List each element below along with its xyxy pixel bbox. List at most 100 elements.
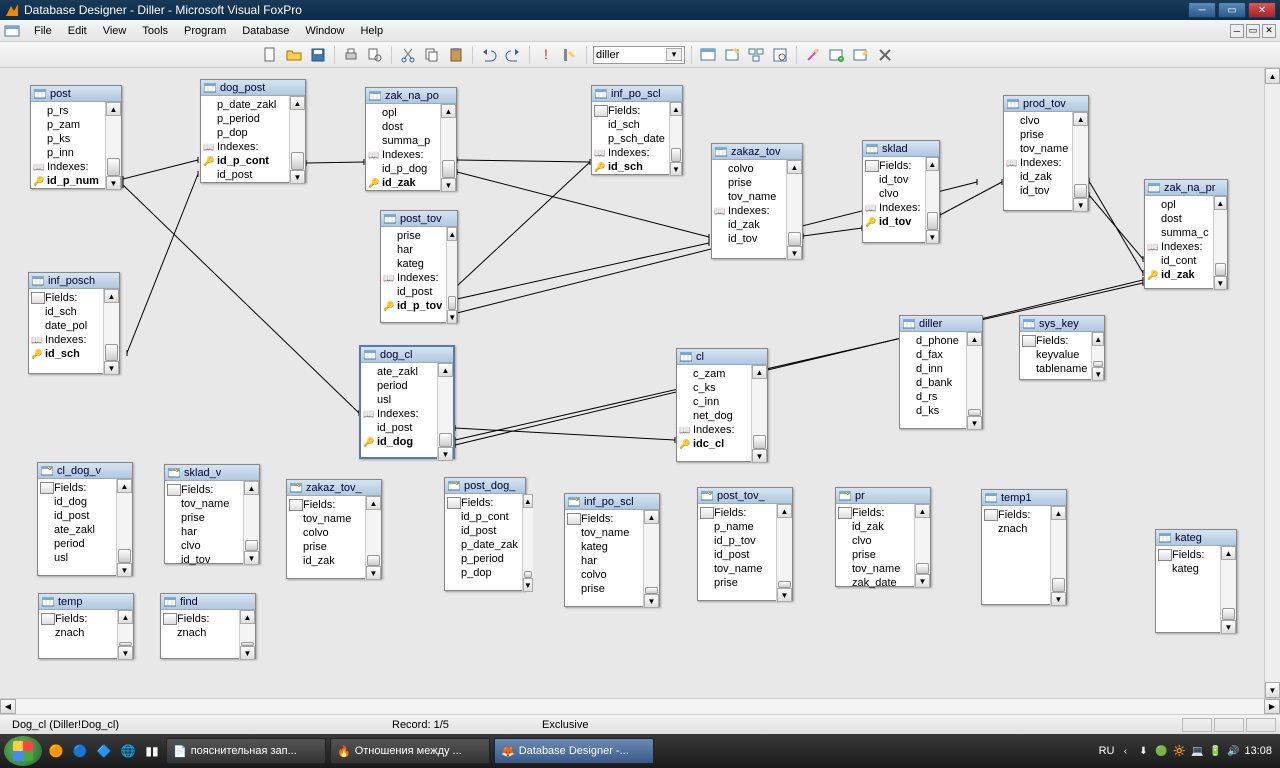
scroll-track[interactable] — [240, 624, 255, 646]
field-row[interactable]: p_period — [461, 552, 518, 566]
field-row[interactable]: clvo — [852, 534, 910, 548]
field-row[interactable]: Indexes: — [397, 271, 442, 285]
field-list[interactable]: ate_zaklperioduslIndexes:id_postid_dog — [361, 363, 437, 461]
field-row[interactable]: p_date_zak — [461, 538, 518, 552]
scroll-down[interactable]: ▼ — [447, 310, 457, 324]
scroll-track[interactable] — [1051, 520, 1066, 592]
table-inf_posch[interactable]: inf_poschFields:id_schdate_polIndexes:id… — [28, 272, 120, 374]
field-row[interactable]: d_rs — [916, 390, 962, 404]
scroll-track[interactable] — [1265, 84, 1280, 682]
edittable-button[interactable] — [851, 45, 871, 65]
scroll-up[interactable]: ▲ — [644, 510, 659, 524]
table-zakaz_tov[interactable]: zakaz_tovcolvoprisetov_nameIndexes:id_za… — [711, 143, 803, 259]
scroll-up[interactable]: ▲ — [1051, 506, 1066, 520]
scroll-down[interactable]: ▼ — [1092, 367, 1104, 381]
browse-button[interactable] — [770, 45, 790, 65]
maximize-button[interactable]: ▭ — [1218, 2, 1246, 18]
field-row[interactable]: usl — [54, 551, 112, 565]
table-zak_na_po[interactable]: zak_na_poopldostsumma_pIndexes:id_p_dogi… — [365, 87, 457, 191]
field-row[interactable]: Fields: — [852, 506, 910, 520]
scroll-down[interactable]: ▼ — [670, 162, 682, 176]
table-title[interactable]: cl — [677, 349, 767, 365]
menu-file[interactable]: File — [26, 23, 60, 39]
field-row[interactable]: date_pol — [45, 319, 99, 333]
field-row[interactable]: id_sch — [608, 160, 665, 174]
field-row[interactable]: c_inn — [693, 395, 747, 409]
field-row[interactable]: id_p_dog — [382, 162, 436, 176]
field-row[interactable]: kateg — [581, 540, 639, 554]
task-button[interactable]: 🔥 Отношения между ... — [330, 738, 490, 764]
field-row[interactable]: znach — [998, 522, 1046, 536]
scroll-up[interactable]: ▲ — [290, 96, 305, 110]
task-button[interactable]: 📄 пояснительная зап... — [166, 738, 326, 764]
scroll-down[interactable]: ▼ — [366, 566, 381, 580]
scroll-track[interactable] — [1092, 346, 1104, 367]
scroll-up[interactable]: ▲ — [777, 504, 792, 518]
table-title[interactable]: inf_po_scl — [565, 494, 659, 510]
field-row[interactable]: zak_date — [852, 576, 910, 590]
field-row[interactable]: tov_name — [714, 562, 772, 576]
field-row[interactable]: p_inn — [47, 146, 101, 160]
table-title[interactable]: sys_key — [1020, 316, 1104, 332]
field-row[interactable]: id_sch — [608, 118, 665, 132]
scroll-track[interactable] — [915, 518, 930, 574]
cut-button[interactable] — [398, 45, 418, 65]
print-button[interactable] — [341, 45, 361, 65]
field-row[interactable]: prise — [728, 176, 782, 190]
scroll-track[interactable] — [523, 508, 533, 578]
scroll-thumb[interactable] — [119, 642, 132, 646]
table-title[interactable]: kateg — [1156, 530, 1236, 546]
table-title[interactable]: zakaz_tov — [712, 144, 802, 160]
scroll-up[interactable]: ▲ — [1221, 546, 1236, 560]
lang-indicator[interactable]: RU — [1099, 745, 1115, 757]
scroll-thumb[interactable] — [367, 555, 380, 566]
field-row[interactable]: id_dog — [54, 495, 112, 509]
field-row[interactable]: p_dop — [217, 126, 285, 140]
field-row[interactable]: id_p_tov — [397, 299, 442, 313]
scroll-thumb[interactable] — [245, 540, 258, 551]
scroll-thumb[interactable] — [671, 148, 681, 162]
menu-window[interactable]: Window — [297, 23, 352, 39]
field-list[interactable]: Fields:id_tovclvoIndexes:id_tov — [863, 157, 925, 244]
scroll-down[interactable]: ▼ — [1073, 198, 1088, 212]
field-row[interactable]: har — [581, 554, 639, 568]
table-temp1[interactable]: temp1Fields:znach▲▼ — [981, 489, 1067, 605]
table-inf_po_scl[interactable]: inf_po_sclFields:id_schp_sch_dateIndexes… — [591, 85, 683, 175]
table-kateg[interactable]: kategFields:kateg▲▼ — [1155, 529, 1237, 633]
field-row[interactable]: id_zak — [1020, 170, 1068, 184]
field-row[interactable]: tov_name — [728, 190, 782, 204]
table-scrollbar[interactable]: ▲▼ — [1072, 112, 1088, 212]
field-row[interactable]: Fields: — [714, 506, 772, 520]
table-scrollbar[interactable]: ▲▼ — [669, 102, 682, 176]
database-combo[interactable]: diller — [593, 46, 685, 64]
field-row[interactable]: clvo — [1020, 114, 1068, 128]
field-row[interactable]: tov_name — [581, 526, 639, 540]
mdi-close-button[interactable]: ✕ — [1262, 24, 1276, 38]
table-scrollbar[interactable]: ▲▼ — [786, 160, 802, 260]
field-row[interactable]: Indexes: — [45, 333, 99, 347]
table-scrollbar[interactable]: ▲▼ — [751, 365, 767, 463]
table-post_tov_v[interactable]: post_tov_Fields:p_nameid_p_tovid_posttov… — [697, 487, 793, 601]
field-list[interactable]: clvoprisetov_nameIndexes:id_zakid_tov — [1004, 112, 1072, 212]
scroll-down[interactable]: ▼ — [106, 176, 121, 190]
field-row[interactable]: id_post — [54, 509, 112, 523]
field-row[interactable]: Fields: — [1036, 334, 1087, 348]
scroll-down[interactable]: ▼ — [967, 416, 982, 430]
table-dog_cl[interactable]: dog_clate_zaklperioduslIndexes:id_postid… — [359, 345, 455, 459]
field-row[interactable]: znach — [177, 626, 235, 640]
table-title[interactable]: temp — [39, 594, 133, 610]
field-row[interactable]: opl — [1161, 198, 1209, 212]
mdi-minimize-button[interactable]: ─ — [1230, 24, 1244, 38]
table-prod_tov[interactable]: prod_tovclvoprisetov_nameIndexes:id_zaki… — [1003, 95, 1089, 211]
table-scrollbar[interactable]: ▲▼ — [117, 610, 133, 660]
table-scrollbar[interactable]: ▲▼ — [446, 227, 457, 324]
new-button[interactable] — [260, 45, 280, 65]
table-scrollbar[interactable]: ▲▼ — [289, 96, 305, 184]
scroll-up[interactable]: ▲ — [1265, 68, 1280, 84]
field-row[interactable]: clvo — [181, 539, 239, 553]
field-row[interactable]: prise — [397, 229, 442, 243]
menu-edit[interactable]: Edit — [60, 23, 95, 39]
close-button[interactable]: ✕ — [1248, 2, 1276, 18]
field-list[interactable]: Fields:tov_namepriseharclvoid_tov — [165, 481, 243, 565]
table-scrollbar[interactable]: ▲▼ — [1091, 332, 1104, 381]
